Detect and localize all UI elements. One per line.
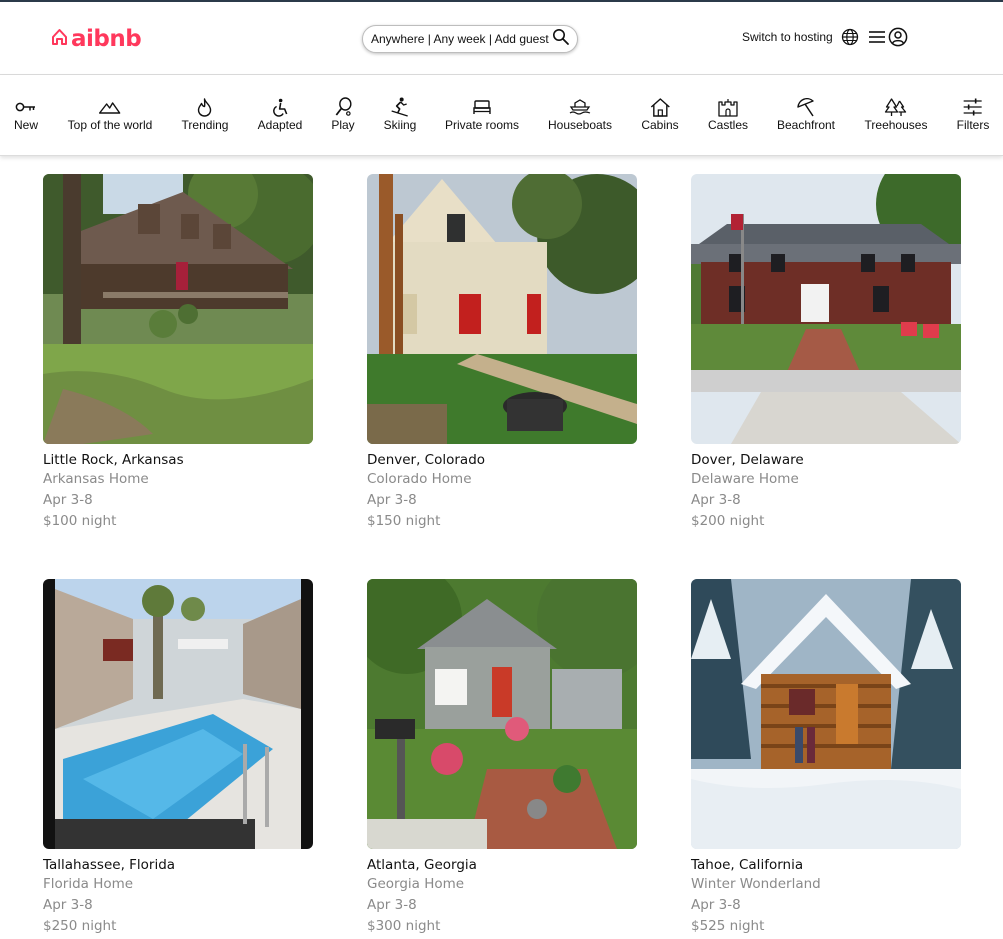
listing-location: Atlanta, Georgia — [367, 857, 477, 873]
category-cabins[interactable]: Cabins — [641, 97, 679, 132]
listing-location: Denver, Colorado — [367, 452, 486, 468]
listing-price: $200 night — [691, 513, 765, 529]
category-top-of-the-world[interactable]: Top of the world — [67, 97, 153, 132]
logo-text: aibnb — [71, 26, 142, 52]
listing-photo[interactable] — [367, 174, 637, 444]
listing-photo[interactable] — [691, 174, 961, 444]
category-beachfront[interactable]: Beachfront — [777, 97, 835, 132]
listing-card[interactable]: Dover, Delaware Delaware Home Apr 3-8 $2… — [691, 174, 961, 532]
key-icon — [15, 97, 37, 117]
listing-dates: Apr 3-8 — [691, 492, 741, 508]
category-treehouses[interactable]: Treehouses — [864, 97, 928, 132]
umbrella-icon — [796, 97, 816, 117]
category-label: Filters — [956, 118, 990, 132]
category-label: Houseboats — [547, 118, 613, 132]
listing-photo[interactable] — [43, 174, 313, 444]
category-filters[interactable]: Filters — [956, 97, 990, 132]
listing-dates: Apr 3-8 — [691, 897, 741, 913]
listing-card[interactable]: Tahoe, California Winter Wonderland Apr … — [691, 579, 961, 937]
listing-dates: Apr 3-8 — [43, 897, 93, 913]
category-label: Private rooms — [444, 118, 520, 132]
category-label: Top of the world — [67, 118, 153, 132]
category-skiing[interactable]: Skiing — [383, 97, 417, 132]
listing-location: Little Rock, Arkansas — [43, 452, 184, 468]
listing-location: Dover, Delaware — [691, 452, 804, 468]
bed-icon — [472, 97, 492, 117]
listing-dates: Apr 3-8 — [43, 492, 93, 508]
top-header: aibnb Anywhere | Any week | Add guests S… — [0, 2, 1003, 75]
airbnb-logo-icon — [51, 28, 68, 51]
wheelchair-icon — [271, 97, 289, 117]
category-bar: New Top of the world Trending Adapted Pl… — [0, 75, 1003, 156]
category-label: Beachfront — [776, 118, 836, 132]
category-label: New — [13, 118, 39, 132]
category-label: Cabins — [641, 118, 679, 132]
listing-card[interactable]: Tallahassee, Florida Florida Home Apr 3-… — [43, 579, 313, 937]
category-label: Adapted — [257, 118, 303, 132]
search-icon[interactable] — [552, 28, 570, 51]
category-label: Skiing — [383, 118, 417, 132]
listing-location: Tahoe, California — [691, 857, 804, 873]
category-castles[interactable]: Castles — [708, 97, 748, 132]
castle-icon — [717, 97, 739, 117]
category-trending[interactable]: Trending — [181, 97, 229, 132]
listing-price: $300 night — [367, 918, 441, 934]
mountain-icon — [99, 97, 121, 117]
racket-icon — [334, 97, 352, 117]
category-houseboats[interactable]: Houseboats — [548, 97, 612, 132]
listing-card[interactable]: Denver, Colorado Colorado Home Apr 3-8 $… — [367, 174, 637, 532]
listing-price: $150 night — [367, 513, 441, 529]
globe-icon[interactable] — [841, 28, 859, 46]
listing-photo[interactable] — [43, 579, 313, 849]
listing-price: $525 night — [691, 918, 765, 934]
category-play[interactable]: Play — [331, 97, 355, 132]
category-label: Trending — [181, 118, 229, 132]
category-label: Treehouses — [864, 118, 928, 132]
listing-title: Arkansas Home — [43, 471, 149, 487]
category-private-rooms[interactable]: Private rooms — [445, 97, 519, 132]
skier-icon — [390, 97, 410, 117]
listing-photo[interactable] — [367, 579, 637, 849]
category-label: Castles — [707, 118, 749, 132]
category-label: Play — [331, 118, 355, 132]
listing-location: Tallahassee, Florida — [43, 857, 176, 873]
switch-to-hosting-link[interactable]: Switch to hosting — [742, 30, 833, 44]
listing-price: $100 night — [43, 513, 117, 529]
category-adapted[interactable]: Adapted — [257, 97, 303, 132]
listing-title: Florida Home — [43, 876, 134, 892]
listing-price: $250 night — [43, 918, 117, 934]
listing-photo[interactable] — [691, 579, 961, 849]
category-new[interactable]: New — [14, 97, 38, 132]
trees-icon — [885, 97, 907, 117]
user-nav: Switch to hosting — [742, 27, 908, 47]
sliders-icon — [963, 97, 983, 117]
user-avatar-icon[interactable] — [888, 27, 908, 47]
houseboat-icon — [569, 97, 591, 117]
listing-dates: Apr 3-8 — [367, 897, 417, 913]
logo[interactable]: aibnb — [51, 26, 142, 52]
cabin-icon — [650, 97, 670, 117]
listing-dates: Apr 3-8 — [367, 492, 417, 508]
menu-icon[interactable] — [868, 30, 886, 44]
listing-title: Winter Wonderland — [691, 876, 821, 892]
flame-icon — [197, 97, 213, 117]
listing-title: Colorado Home — [367, 471, 472, 487]
search-bar[interactable]: Anywhere | Any week | Add guests — [362, 25, 578, 53]
listing-title: Delaware Home — [691, 471, 799, 487]
listing-card[interactable]: Little Rock, Arkansas Arkansas Home Apr … — [43, 174, 313, 532]
listing-card[interactable]: Atlanta, Georgia Georgia Home Apr 3-8 $3… — [367, 579, 637, 937]
search-bar-text: Anywhere | Any week | Add guests — [371, 32, 549, 46]
listing-title: Georgia Home — [367, 876, 465, 892]
